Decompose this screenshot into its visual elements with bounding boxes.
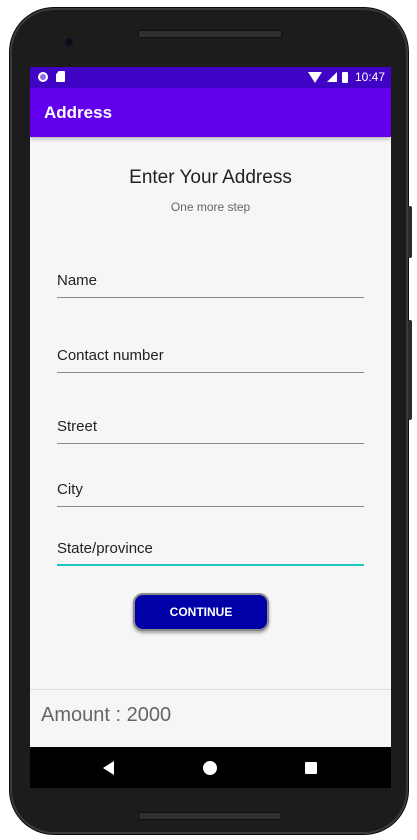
status-time: 10:47 [354,70,385,84]
device-screen: 10:47 Address Enter Your Address One mor… [30,67,391,788]
city-field-wrapper [57,473,364,507]
top-speaker [138,30,282,38]
page-subheading: One more step [170,200,251,214]
front-camera [64,37,74,47]
back-icon[interactable] [103,761,114,775]
app-bar-title: Address [44,103,113,122]
cell-signal-icon [326,72,337,82]
contact-number-input[interactable] [57,339,364,373]
sd-card-icon [56,71,65,82]
recents-icon[interactable] [305,762,317,774]
city-input[interactable] [57,473,364,507]
wifi-icon [307,71,322,83]
status-bar: 10:47 [30,67,391,88]
name-field-wrapper [57,264,364,298]
state-province-field-wrapper [57,532,364,566]
app-bar: Address [30,88,391,137]
street-input[interactable] [57,410,364,444]
navigation-bar [30,747,391,788]
page-heading: Enter Your Address [129,167,292,188]
power-button [408,320,412,420]
bottom-speaker [138,812,282,820]
state-province-input[interactable] [57,532,364,566]
volume-button [408,206,412,258]
notification-dot-icon [38,71,48,82]
battery-icon [341,71,348,83]
name-input[interactable] [57,264,364,298]
street-field-wrapper [57,410,364,444]
amount-label: Amount : 2000 [41,704,172,726]
continue-button[interactable]: CONTINUE [133,593,269,631]
contact-number-field-wrapper [57,339,364,373]
home-icon[interactable] [203,761,217,775]
footer-divider [30,689,391,690]
